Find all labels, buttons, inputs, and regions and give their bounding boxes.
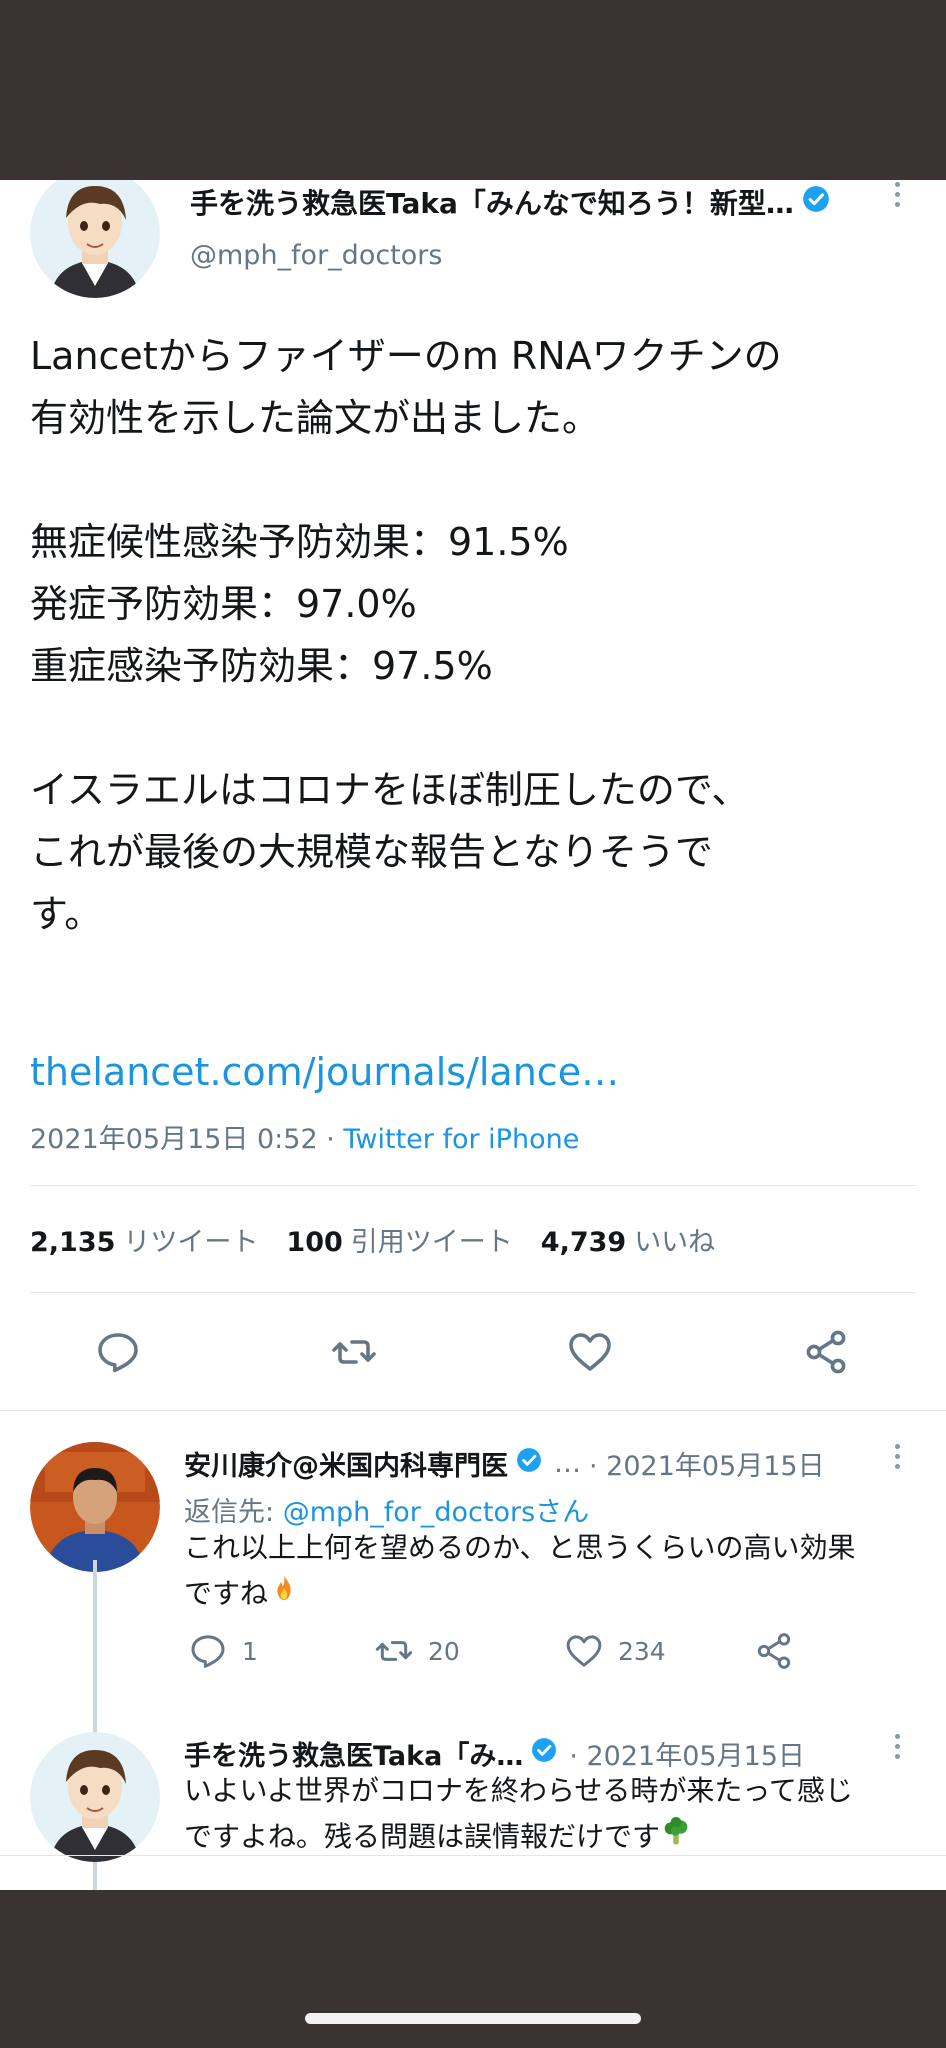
- tweet-line: 重症感染予防効果：97.5%: [30, 644, 493, 688]
- retweets-label: リツイート: [123, 1227, 259, 1258]
- author-avatar[interactable]: [30, 180, 160, 298]
- reply-action[interactable]: 1: [188, 1631, 258, 1671]
- share-action[interactable]: [754, 1631, 794, 1671]
- retweet-icon: [375, 1641, 413, 1661]
- top-dark-bar: [0, 0, 946, 180]
- reply-to-label: 返信先:: [184, 1497, 275, 1528]
- author-name[interactable]: 手を洗う救急医Taka「みんなで知ろう！新型…: [190, 182, 794, 222]
- reply-text-line-2: ですね: [184, 1571, 904, 1618]
- reply-text-line: これ以上上何を望めるのか、と思うくらいの高い効果: [184, 1531, 856, 1564]
- reply-author-avatar[interactable]: [30, 1732, 160, 1862]
- reply-to-suffix: さん: [535, 1497, 590, 1528]
- tweet-line: [30, 697, 910, 759]
- tweet-line: これが最後の大規模な報告となりそうで: [30, 830, 713, 874]
- tweet-timestamp: 2021年05月15日 0:52: [30, 1124, 318, 1155]
- more-options-icon[interactable]: [889, 182, 905, 207]
- author-handle[interactable]: @mph_for_doctors: [190, 240, 442, 271]
- divider: [30, 1185, 916, 1186]
- tweet-client-link[interactable]: Twitter for iPhone: [343, 1124, 579, 1155]
- retweets-count: 2,135: [30, 1227, 116, 1258]
- tweet-detail-sheet: 手を洗う救急医Taka「みんなで知ろう！新型… @mph_for_doctors…: [0, 180, 946, 1890]
- quotes-stat[interactable]: 100 引用ツイート: [286, 1220, 512, 1259]
- retweet-count: 20: [428, 1636, 460, 1666]
- reply-text-line: ですよね。残る問題は誤情報だけです: [184, 1820, 661, 1853]
- tweet-text: Lancetからファイザーのm RNAワクチンの 有効性を示した論文が出ました。…: [30, 325, 910, 945]
- reply-to-line: 返信先: @mph_for_doctorsさん: [184, 1490, 589, 1529]
- divider: [0, 1855, 946, 1856]
- reply-icon[interactable]: [94, 1328, 142, 1376]
- tweet-line: 無症候性感染予防効果：91.5%: [30, 520, 569, 564]
- tweet-line: 有効性を示した論文が出ました。: [30, 396, 601, 440]
- reply-text: これ以上上何を望めるのか、と思うくらいの高い効果 ですね: [184, 1525, 904, 1618]
- like-heart-icon[interactable]: [566, 1328, 614, 1376]
- reply-header[interactable]: 安川康介@米国内科専門医 … · 2021年05月15日: [184, 1444, 825, 1483]
- divider: [0, 1410, 946, 1411]
- like-heart-icon: [566, 1635, 602, 1667]
- retweets-stat[interactable]: 2,135 リツイート: [30, 1220, 258, 1259]
- more-options-icon[interactable]: [889, 1734, 905, 1759]
- fire-emoji: [268, 1572, 300, 1618]
- tweet-meta: 2021年05月15日 0:52 · Twitter for iPhone: [30, 1117, 579, 1156]
- verified-badge-icon: [531, 1737, 557, 1770]
- tweet-line: す。: [30, 892, 103, 936]
- reply-text-line: いよいよ世界がコロナを終わらせる時が来たって感じ: [184, 1774, 853, 1807]
- more-options-icon[interactable]: [889, 1444, 905, 1469]
- reply-date: · 2021年05月15日: [589, 1451, 825, 1482]
- retweet-action[interactable]: 20: [374, 1631, 460, 1671]
- reply-text: いよいよ世界がコロナを終わらせる時が来たって感じ ですよね。残る問題は誤情報だけ…: [184, 1768, 904, 1861]
- bottom-dark-bar: [0, 1890, 946, 2048]
- tweet-line: [30, 449, 910, 511]
- divider: [30, 1292, 916, 1293]
- reply-text-line-2: ですよね。残る問題は誤情報だけです: [184, 1814, 904, 1861]
- like-count: 234: [618, 1636, 666, 1666]
- retweet-icon[interactable]: [330, 1328, 378, 1376]
- reply-handle-ellipsis: …: [554, 1448, 581, 1479]
- like-action[interactable]: 234: [564, 1631, 666, 1671]
- tweet-stats: 2,135 リツイート 100 引用ツイート 4,739 いいね: [30, 1220, 715, 1259]
- reply-author-avatar[interactable]: [30, 1442, 160, 1572]
- quotes-count: 100: [286, 1227, 343, 1258]
- likes-stat[interactable]: 4,739 いいね: [541, 1220, 715, 1259]
- verified-badge-icon: [802, 185, 830, 220]
- meta-separator: ·: [317, 1124, 344, 1155]
- reply-icon: [191, 1635, 225, 1668]
- home-indicator[interactable]: [305, 2013, 641, 2024]
- reply-to-handle[interactable]: @mph_for_doctors: [283, 1497, 535, 1528]
- tweet-line: Lancetからファイザーのm RNAワクチンの: [30, 334, 782, 378]
- reply-count: 1: [242, 1636, 258, 1666]
- share-icon[interactable]: [802, 1328, 850, 1376]
- share-icon: [757, 1633, 791, 1669]
- tweet-line: 発症予防効果：97.0%: [30, 582, 417, 626]
- likes-count: 4,739: [540, 1227, 627, 1258]
- likes-label: いいね: [634, 1227, 716, 1258]
- verified-badge-icon: [516, 1447, 542, 1480]
- reply-text-line: ですね: [184, 1577, 269, 1610]
- tweet-line: イスラエルはコロナをほぼ制圧したので、: [30, 768, 750, 812]
- quotes-label: 引用ツイート: [350, 1227, 513, 1258]
- author-name-row[interactable]: 手を洗う救急医Taka「みんなで知ろう！新型…: [190, 182, 830, 222]
- reply-author-name[interactable]: 安川康介@米国内科専門医: [184, 1444, 508, 1483]
- tweet-link[interactable]: thelancet.com/journals/lance…: [30, 1050, 619, 1094]
